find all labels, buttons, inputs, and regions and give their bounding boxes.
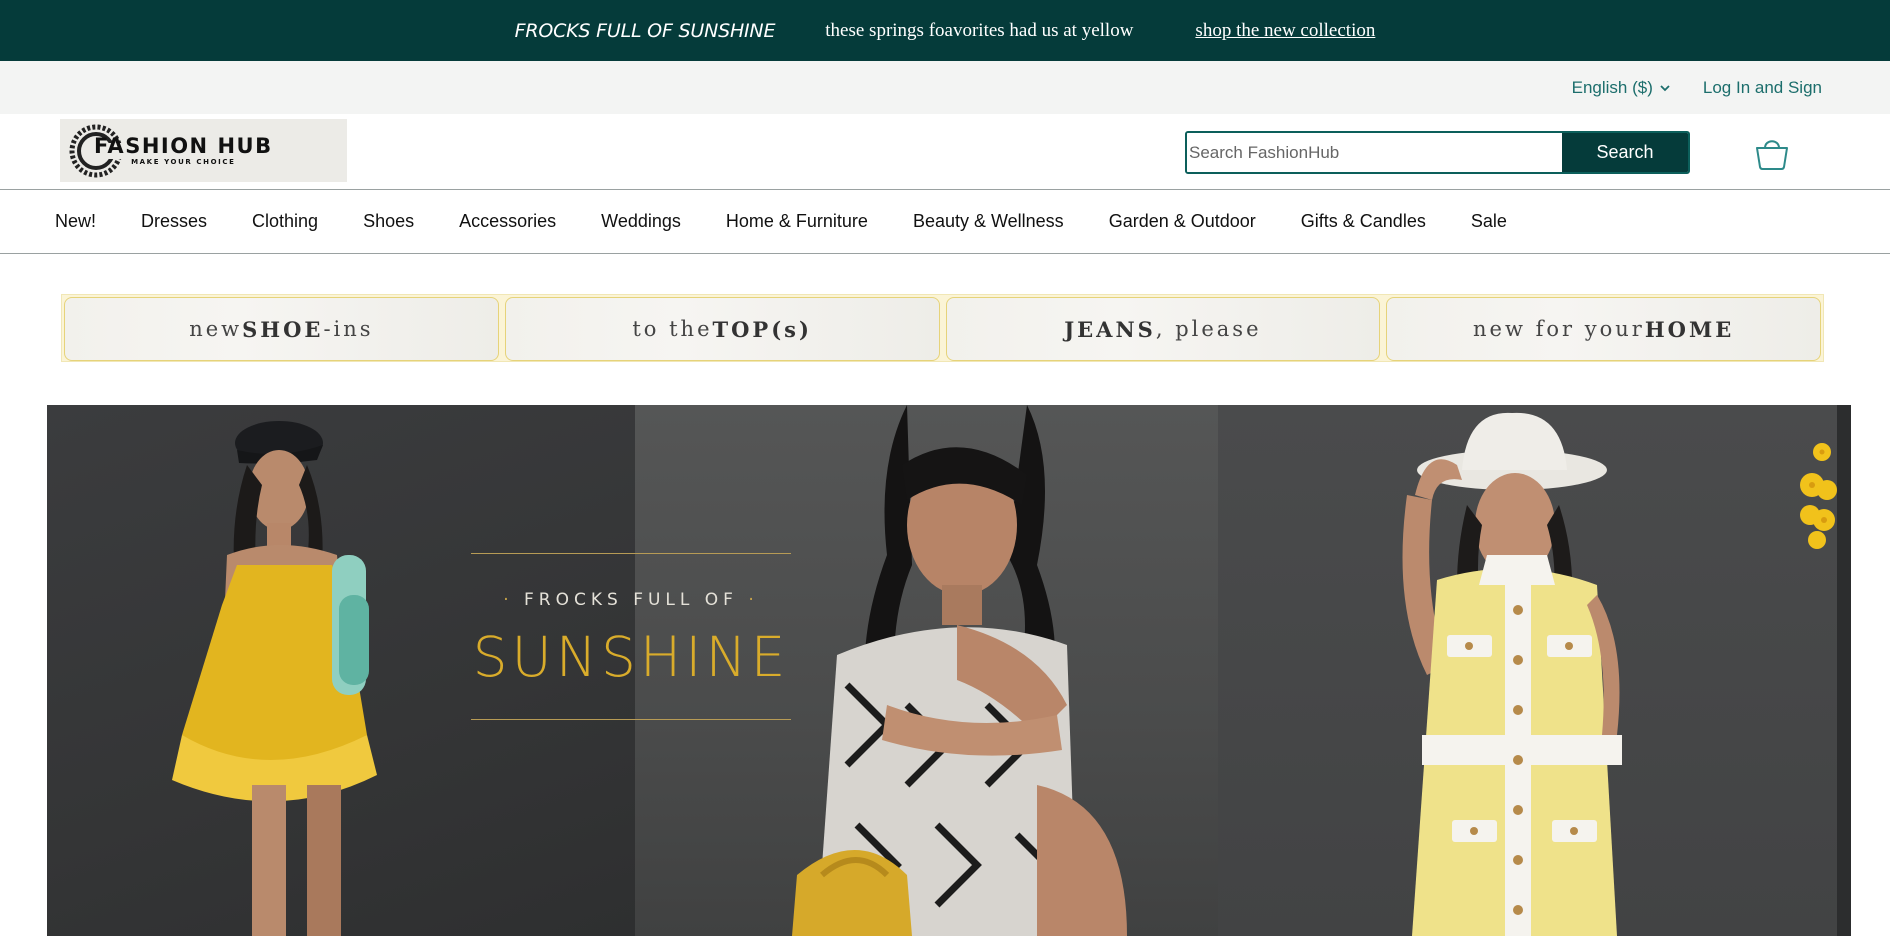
nav-item-beauty-wellness[interactable]: Beauty & Wellness bbox=[913, 211, 1064, 232]
nav-item-accessories[interactable]: Accessories bbox=[459, 211, 556, 232]
tile-pre: new for your bbox=[1473, 317, 1645, 341]
hero-banner[interactable]: · FROCKS FULL OF · SUNSHINE bbox=[47, 405, 1851, 936]
model-print-dress-image bbox=[792, 405, 1127, 936]
tile-pre: to the bbox=[632, 317, 713, 341]
tile-jeans[interactable]: JEANS, please bbox=[945, 297, 1381, 361]
shopping-bag-icon[interactable] bbox=[1754, 136, 1790, 170]
tile-post: , please bbox=[1155, 317, 1262, 341]
tile-pre: new bbox=[189, 317, 243, 341]
site-logo[interactable]: FASHION HUB MAKE YOUR CHOICE bbox=[60, 119, 347, 182]
language-label: English ($) bbox=[1571, 77, 1653, 97]
login-link[interactable]: Log In and Sign bbox=[1703, 78, 1822, 98]
hero-edge bbox=[1837, 405, 1851, 936]
tile-post: -ins bbox=[323, 317, 374, 341]
chevron-down-icon bbox=[1660, 84, 1670, 91]
model-yellow-knit-dress-image bbox=[1402, 412, 1622, 936]
nav-item-shoes[interactable]: Shoes bbox=[363, 211, 414, 232]
promo-title: FROCKS FULL OF SUNSHINE bbox=[514, 19, 776, 42]
nav-item-home-furniture[interactable]: Home & Furniture bbox=[726, 211, 868, 232]
nav-item-dresses[interactable]: Dresses bbox=[141, 211, 207, 232]
nav-item-gifts-candles[interactable]: Gifts & Candles bbox=[1301, 211, 1426, 232]
promo-subtitle: these springs foavorites had us at yello… bbox=[825, 19, 1134, 41]
tile-bold: HOME bbox=[1644, 316, 1735, 342]
tile-bold: TOP(s) bbox=[712, 316, 812, 342]
main-nav: New! Dresses Clothing Shoes Accessories … bbox=[0, 190, 1890, 254]
nav-item-clothing[interactable]: Clothing bbox=[252, 211, 318, 232]
nav-item-garden-outdoor[interactable]: Garden & Outdoor bbox=[1109, 211, 1256, 232]
logo-brand: FASHION HUB bbox=[94, 134, 273, 158]
logo-tagline: MAKE YOUR CHOICE bbox=[131, 158, 236, 166]
tile-shoes[interactable]: new SHOE -ins bbox=[64, 297, 499, 361]
model-yellow-dress-image bbox=[172, 421, 377, 936]
site-header: FASHION HUB MAKE YOUR CHOICE Search bbox=[0, 114, 1890, 190]
yellow-flowers-image bbox=[1800, 443, 1837, 549]
promo-bar: FROCKS FULL OF SUNSHINE these springs fo… bbox=[0, 0, 1890, 61]
tile-bold: JEANS bbox=[1064, 316, 1156, 342]
language-selector[interactable]: English ($) bbox=[1572, 78, 1671, 98]
search-button[interactable]: Search bbox=[1562, 133, 1688, 172]
promo-shop-link[interactable]: shop the new collection bbox=[1195, 20, 1375, 42]
nav-item-weddings[interactable]: Weddings bbox=[601, 211, 681, 232]
tile-home[interactable]: new for your HOME bbox=[1386, 297, 1821, 361]
tile-bold: SHOE bbox=[242, 316, 324, 342]
nav-item-sale[interactable]: Sale bbox=[1471, 211, 1507, 232]
utility-bar: English ($) Log In and Sign bbox=[0, 61, 1890, 114]
nav-item-new[interactable]: New! bbox=[55, 211, 96, 232]
hero-kicker-text: FROCKS FULL OF bbox=[524, 590, 738, 610]
tile-tops[interactable]: to the TOP(s) bbox=[504, 297, 940, 361]
category-tiles: new SHOE -ins to the TOP(s) JEANS, please… bbox=[61, 294, 1824, 362]
search-input[interactable] bbox=[1187, 133, 1562, 172]
search-bar: Search bbox=[1185, 131, 1690, 174]
